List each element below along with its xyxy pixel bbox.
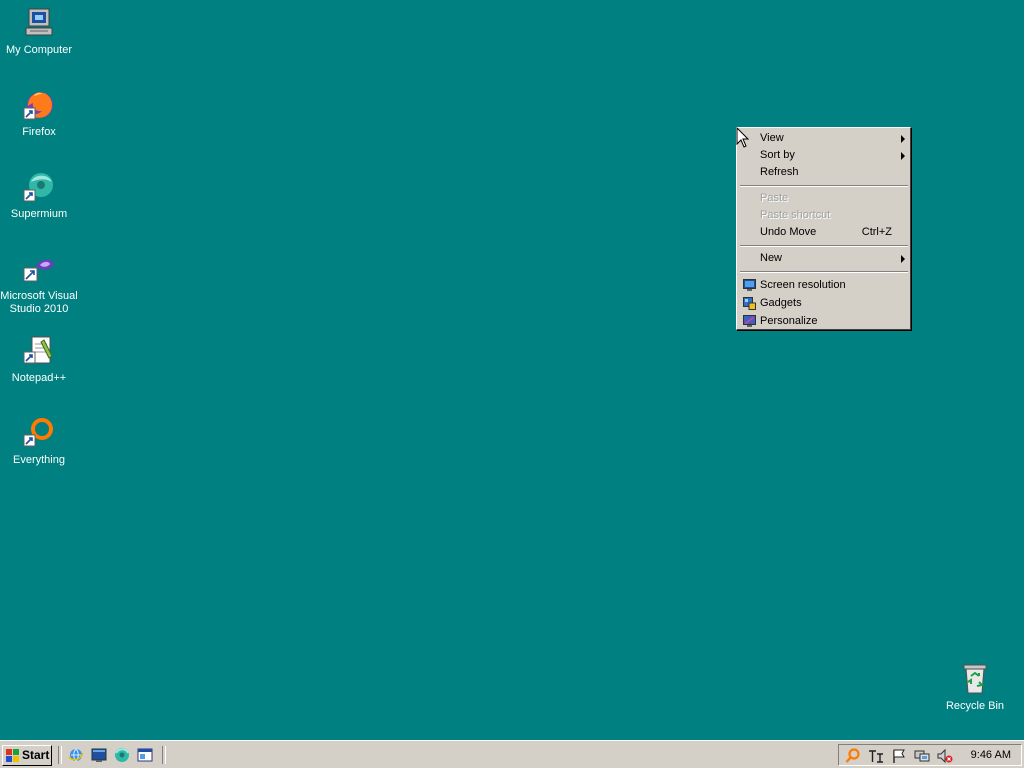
gadgets-icon	[743, 297, 756, 310]
desktop-icon-label: Recycle Bin	[945, 700, 1005, 712]
desktop-icon-notepadplusplus[interactable]: Notepad++	[0, 334, 78, 385]
internet-explorer-icon[interactable]	[68, 747, 84, 763]
submenu-arrow-icon	[901, 135, 905, 143]
submenu-arrow-icon	[901, 255, 905, 263]
explorer-icon[interactable]	[137, 747, 153, 763]
menu-item-label: Personalize	[760, 315, 818, 327]
windows-logo-icon	[6, 749, 19, 762]
network-icon[interactable]	[914, 748, 930, 764]
desktop-icon-label: Notepad++	[11, 372, 67, 384]
menu-separator	[740, 271, 908, 273]
desktop-icon-firefox[interactable]: Firefox	[0, 88, 78, 139]
menu-item-refresh[interactable]: Refresh	[739, 164, 909, 181]
menu-separator	[740, 185, 908, 187]
desktop-icon-label: Studio 2010	[9, 303, 69, 315]
menu-item-gadgets[interactable]: Gadgets	[739, 295, 909, 312]
show-desktop-icon[interactable]	[91, 747, 107, 763]
flag-icon[interactable]	[891, 748, 907, 764]
taskbar-grip[interactable]	[58, 746, 62, 764]
mouse-cursor-icon	[736, 127, 750, 148]
desktop-icon-my-computer[interactable]: My Computer	[0, 6, 78, 57]
menu-item-shortcut: Ctrl+Z	[861, 226, 892, 238]
desktop-icon-label: Microsoft Visual	[0, 290, 78, 302]
desktop-icon-label: My Computer	[5, 44, 73, 56]
clock[interactable]: 9:46 AM	[971, 749, 1011, 761]
supermium-icon[interactable]	[114, 747, 130, 763]
menu-item-undo-move[interactable]: Undo Move Ctrl+Z	[739, 224, 909, 241]
firefox-icon	[22, 88, 56, 122]
personalize-icon	[743, 315, 756, 328]
menu-item-label: Refresh	[760, 166, 799, 178]
desktop-icon-visual-studio[interactable]: Microsoft Visual Studio 2010	[0, 252, 78, 316]
menu-item-view[interactable]: View	[739, 130, 909, 147]
supermium-icon	[22, 170, 56, 204]
menu-item-label: Screen resolution	[760, 279, 846, 291]
menu-item-screen-resolution[interactable]: Screen resolution	[739, 277, 909, 294]
menu-item-personalize[interactable]: Personalize	[739, 313, 909, 330]
desktop-icon-everything[interactable]: Everything	[0, 416, 78, 467]
visual-studio-icon	[22, 252, 56, 286]
desktop-icon-recycle-bin[interactable]: Recycle Bin	[936, 662, 1014, 713]
menu-item-paste-shortcut[interactable]: Paste shortcut	[739, 207, 909, 224]
desktop-icon-label: Firefox	[22, 126, 56, 138]
menu-item-label: New	[760, 252, 783, 264]
desktop-icon-label: Everything	[13, 454, 65, 466]
monitor-icon	[743, 279, 756, 292]
start-label: Start	[22, 748, 50, 762]
menu-separator	[740, 245, 908, 247]
system-tray: 9:46 AM	[838, 744, 1022, 766]
start-button[interactable]: Start	[2, 745, 52, 766]
menu-item-label: Paste	[760, 192, 789, 204]
desktop-icon-supermium[interactable]: Supermium	[0, 170, 78, 221]
desktop[interactable]: My Computer Firefox Supermium Microsoft …	[0, 0, 1024, 740]
recycle-bin-icon	[958, 662, 992, 696]
menu-item-label: Gadgets	[760, 297, 802, 309]
menu-item-label: Paste shortcut	[760, 209, 831, 221]
desktop-context-menu: View Sort by Refresh Paste Paste shortcu…	[736, 127, 911, 330]
desktop-icon-label: Supermium	[10, 208, 68, 220]
search-icon[interactable]	[845, 748, 861, 764]
menu-item-paste[interactable]: Paste	[739, 190, 909, 207]
menu-item-label: View	[760, 132, 784, 144]
computer-icon	[22, 6, 56, 40]
menu-item-sort-by[interactable]: Sort by	[739, 147, 909, 164]
notepadplusplus-icon	[22, 334, 56, 368]
taskbar-grip[interactable]	[162, 746, 166, 764]
menu-item-label: Sort by	[760, 149, 795, 161]
everything-icon	[22, 416, 56, 450]
language-icon[interactable]	[868, 748, 884, 764]
submenu-arrow-icon	[901, 152, 905, 160]
volume-muted-icon[interactable]	[937, 748, 953, 764]
menu-item-new[interactable]: New	[739, 250, 909, 267]
menu-item-label: Undo Move	[760, 226, 817, 238]
taskbar: Start 9:46 AM	[0, 740, 1024, 768]
